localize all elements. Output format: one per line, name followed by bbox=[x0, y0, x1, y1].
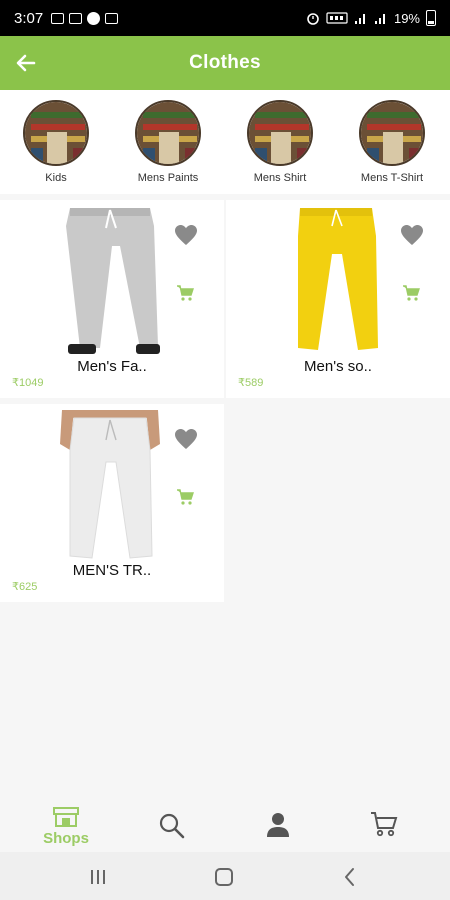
add-to-cart-icon[interactable] bbox=[176, 284, 194, 302]
category-image bbox=[135, 100, 201, 166]
battery-icon bbox=[426, 10, 436, 26]
notification-icon bbox=[51, 12, 65, 24]
recent-apps-icon[interactable] bbox=[88, 868, 108, 886]
category-kids[interactable]: Kids bbox=[6, 100, 106, 184]
category-image bbox=[247, 100, 313, 166]
cart-icon bbox=[371, 812, 398, 837]
product-image bbox=[60, 410, 160, 559]
heart-icon[interactable] bbox=[400, 224, 424, 246]
back-arrow-icon[interactable] bbox=[12, 49, 40, 77]
signal-icon-1 bbox=[354, 14, 365, 24]
category-image bbox=[359, 100, 425, 166]
product-price: ₹589 bbox=[238, 377, 264, 389]
category-image bbox=[23, 100, 89, 166]
heart-icon[interactable] bbox=[174, 428, 198, 450]
product-image bbox=[298, 208, 378, 350]
notification-icons bbox=[51, 11, 119, 25]
system-nav-bar bbox=[0, 852, 450, 900]
gallery-icon bbox=[69, 12, 83, 24]
nav-shops[interactable]: Shops bbox=[36, 806, 96, 847]
nav-search[interactable] bbox=[142, 812, 202, 840]
product-name: Men's Fa.. bbox=[77, 358, 147, 375]
category-mens-t-shirt[interactable]: Mens T-Shirt bbox=[342, 100, 442, 184]
shop-icon bbox=[53, 807, 79, 827]
product-price: ₹625 bbox=[12, 581, 38, 593]
back-icon[interactable] bbox=[342, 867, 358, 887]
heart-icon[interactable] bbox=[174, 224, 198, 246]
nav-cart[interactable] bbox=[354, 810, 414, 838]
alarm-icon bbox=[307, 13, 319, 25]
category-label: Mens Shirt bbox=[253, 172, 307, 184]
page-title: Clothes bbox=[189, 52, 261, 73]
nav-profile[interactable] bbox=[248, 812, 308, 838]
status-right: 19% bbox=[306, 10, 436, 26]
category-label: Kids bbox=[45, 172, 67, 184]
add-to-cart-icon[interactable] bbox=[402, 284, 420, 302]
signal-icon-2 bbox=[374, 14, 385, 24]
category-mens-shirt[interactable]: Mens Shirt bbox=[230, 100, 330, 184]
product-card[interactable]: Men's Fa.. ₹1049 bbox=[0, 200, 224, 398]
category-label: Mens Paints bbox=[137, 172, 199, 184]
category-label: Mens T-Shirt bbox=[360, 172, 424, 184]
phone-icon bbox=[87, 11, 101, 25]
product-price: ₹1049 bbox=[12, 377, 44, 389]
home-icon[interactable] bbox=[214, 867, 234, 887]
product-name: MEN'S TR.. bbox=[72, 562, 152, 579]
product-image bbox=[66, 208, 160, 354]
product-card[interactable]: Men's so.. ₹589 bbox=[226, 200, 450, 398]
add-to-cart-icon[interactable] bbox=[176, 488, 194, 506]
person-icon bbox=[267, 813, 289, 837]
app-bar: Clothes bbox=[0, 36, 450, 90]
volte-icon bbox=[326, 12, 348, 24]
product-card[interactable]: MEN'S TR.. ₹625 bbox=[0, 404, 224, 602]
product-name: Men's so.. bbox=[304, 358, 372, 375]
nav-shops-label: Shops bbox=[43, 830, 89, 847]
battery-percent: 19% bbox=[393, 10, 420, 26]
category-mens-paints[interactable]: Mens Paints bbox=[118, 100, 218, 184]
bottom-nav: Shops bbox=[0, 800, 450, 852]
category-strip: Kids Mens Paints Mens Shirt Mens T-Shirt bbox=[0, 90, 450, 194]
search-icon bbox=[159, 813, 185, 839]
status-time: 3:07 bbox=[14, 9, 44, 27]
message-icon bbox=[105, 12, 119, 24]
status-bar: 3:07 19% bbox=[0, 0, 450, 36]
